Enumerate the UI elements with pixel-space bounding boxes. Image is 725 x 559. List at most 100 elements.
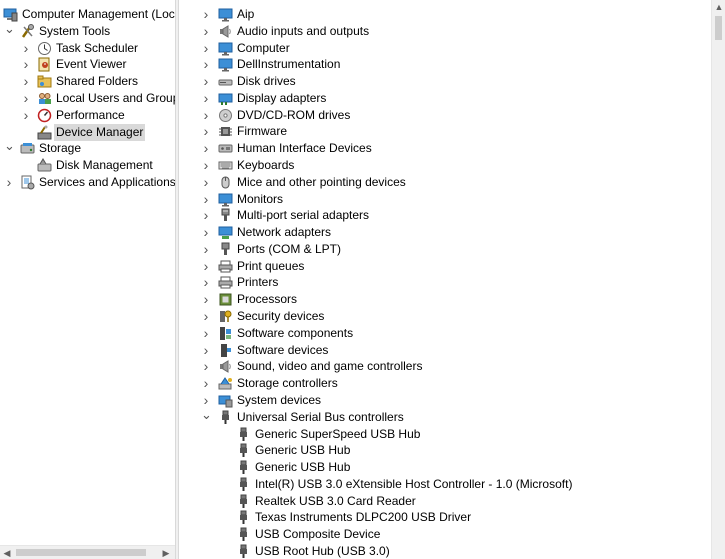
console-tree-item[interactable]: › Event Viewer — [0, 56, 175, 73]
device-category-item[interactable]: › DVD/CD-ROM drives — [179, 107, 711, 124]
expand-chevron-icon[interactable]: › — [201, 107, 211, 124]
usb-device-item[interactable]: Texas Instruments DLPC200 USB Driver — [179, 509, 711, 526]
expand-chevron-icon[interactable]: › — [201, 23, 211, 40]
expand-chevron-icon[interactable]: › — [201, 325, 211, 342]
device-category-item[interactable]: › Display adapters — [179, 90, 711, 107]
horizontal-scrollbar-thumb[interactable] — [16, 549, 146, 556]
device-category-item[interactable]: › Software devices — [179, 342, 711, 359]
expand-chevron-icon[interactable]: › — [201, 241, 211, 258]
expand-chevron-icon[interactable]: › — [201, 258, 211, 275]
usb-device-item[interactable]: Realtek USB 3.0 Card Reader — [179, 493, 711, 510]
expand-chevron-icon[interactable]: › — [21, 90, 31, 107]
device-category-item[interactable]: › System devices — [179, 392, 711, 409]
scroll-right-arrow-icon[interactable]: ▶ — [160, 547, 172, 559]
expand-chevron-icon[interactable]: › — [201, 358, 211, 375]
console-tree-item[interactable]: ⌄ System Tools — [0, 22, 175, 40]
console-tree-item[interactable]: › Task Scheduler — [0, 40, 175, 57]
usb-device-item[interactable]: Generic USB Hub — [179, 459, 711, 476]
device-category-item[interactable]: › Firmware — [179, 123, 711, 140]
expand-chevron-icon[interactable]: › — [201, 207, 211, 224]
device-category-item[interactable]: › Security devices — [179, 308, 711, 325]
expand-chevron-icon[interactable]: › — [21, 40, 31, 57]
device-category-item[interactable]: › Audio inputs and outputs — [179, 23, 711, 40]
usb-device-item[interactable]: USB Root Hub (USB 3.0) — [179, 543, 711, 559]
collapse-chevron-icon[interactable]: ⌄ — [201, 408, 212, 426]
expand-chevron-icon[interactable]: › — [201, 308, 211, 325]
mouse-icon — [218, 175, 233, 190]
scroll-left-arrow-icon[interactable]: ◀ — [1, 547, 13, 559]
device-category-item[interactable]: › Storage controllers — [179, 375, 711, 392]
tree-item-label: Generic SuperSpeed USB Hub — [255, 426, 421, 441]
usb-device-item[interactable]: Generic USB Hub — [179, 442, 711, 459]
expand-chevron-icon[interactable]: › — [201, 56, 211, 73]
scroll-up-arrow-icon[interactable]: ▲ — [714, 2, 724, 12]
expand-chevron-icon[interactable]: › — [201, 6, 211, 23]
tree-item-label: Audio inputs and outputs — [237, 23, 370, 38]
expand-chevron-icon[interactable]: › — [201, 174, 211, 191]
expand-chevron-icon[interactable]: › — [201, 40, 211, 57]
device-category-item[interactable]: › Multi-port serial adapters — [179, 207, 711, 224]
device-category-item[interactable]: ⌄ Universal Serial Bus controllers — [179, 408, 711, 426]
software-component-icon — [218, 326, 233, 341]
device-category-item[interactable]: › Processors — [179, 291, 711, 308]
expand-chevron-icon[interactable]: › — [4, 174, 14, 191]
device-category-item[interactable]: › Mice and other pointing devices — [179, 174, 711, 191]
scrollbar-thumb[interactable] — [715, 16, 722, 40]
device-category-item[interactable]: › DellInstrumentation — [179, 56, 711, 73]
expand-chevron-icon[interactable]: › — [201, 375, 211, 392]
collapse-chevron-icon[interactable]: ⌄ — [4, 22, 15, 40]
usb-device-item[interactable]: Generic SuperSpeed USB Hub — [179, 426, 711, 443]
device-category-item[interactable]: › Computer — [179, 40, 711, 57]
expand-chevron-icon[interactable]: › — [201, 274, 211, 291]
expand-chevron-icon[interactable]: › — [201, 224, 211, 241]
expand-chevron-icon[interactable]: › — [201, 123, 211, 140]
console-tree-item[interactable]: › Shared Folders — [0, 73, 175, 90]
usb-device-item[interactable]: Intel(R) USB 3.0 eXtensible Host Control… — [179, 476, 711, 493]
console-tree-pane: Computer Management (Local ⌄ System Tools ›… — [0, 0, 175, 559]
horizontal-scrollbar[interactable]: ◀ ▶ — [0, 545, 175, 559]
expand-chevron-icon[interactable]: › — [201, 157, 211, 174]
vertical-scrollbar[interactable]: ▲ — [711, 0, 725, 559]
expand-chevron-icon[interactable]: › — [201, 140, 211, 157]
expand-chevron-icon[interactable]: › — [21, 56, 31, 73]
expand-chevron-icon[interactable]: › — [201, 90, 211, 107]
hid-icon — [218, 141, 233, 156]
device-category-item[interactable]: › Printers — [179, 274, 711, 291]
usb-icon — [236, 527, 251, 542]
device-category-item[interactable]: › Disk drives — [179, 73, 711, 90]
usb-icon — [236, 460, 251, 475]
console-tree-item[interactable]: › Local Users and Groups — [0, 90, 175, 107]
monitor-icon — [218, 57, 233, 72]
expand-chevron-icon[interactable]: › — [201, 291, 211, 308]
device-category-item[interactable]: › Monitors — [179, 191, 711, 208]
expand-chevron-icon[interactable]: › — [21, 107, 31, 124]
console-tree-item[interactable]: Device Manager — [0, 123, 175, 141]
device-tree-pane: › Aip › Audio inputs and outputs › Computer › D… — [179, 0, 711, 559]
system-devices-icon — [218, 393, 233, 408]
tree-item-label: Software devices — [237, 342, 329, 357]
console-tree-item[interactable]: › Performance — [0, 107, 175, 124]
device-category-item[interactable]: › Software components — [179, 325, 711, 342]
tree-item-label: Generic USB Hub — [255, 443, 351, 458]
device-category-item[interactable]: › Keyboards — [179, 157, 711, 174]
console-tree-item[interactable]: › Services and Applications — [0, 174, 175, 191]
expand-chevron-icon[interactable]: › — [201, 342, 211, 359]
console-tree-item[interactable]: Disk Management — [0, 157, 175, 174]
tree-item-label: Processors — [237, 292, 298, 307]
collapse-chevron-icon[interactable]: ⌄ — [4, 139, 15, 157]
usb-device-item[interactable]: USB Composite Device — [179, 526, 711, 543]
expand-chevron-icon[interactable]: › — [21, 73, 31, 90]
device-category-item[interactable]: › Sound, video and game controllers — [179, 358, 711, 375]
console-tree-item[interactable]: Computer Management (Local — [0, 6, 175, 23]
expand-chevron-icon[interactable]: › — [201, 191, 211, 208]
device-category-item[interactable]: › Print queues — [179, 258, 711, 275]
expand-chevron-icon[interactable]: › — [201, 73, 211, 90]
device-category-item[interactable]: › Ports (COM & LPT) — [179, 241, 711, 258]
device-category-item[interactable]: › Network adapters — [179, 224, 711, 241]
tree-item-label: Display adapters — [237, 90, 327, 105]
device-category-item[interactable]: › Human Interface Devices — [179, 140, 711, 157]
device-category-item[interactable]: › Aip — [179, 6, 711, 23]
tree-item-label: Universal Serial Bus controllers — [237, 409, 404, 424]
console-tree-item[interactable]: ⌄ Storage — [0, 139, 175, 157]
port-icon — [218, 242, 233, 257]
